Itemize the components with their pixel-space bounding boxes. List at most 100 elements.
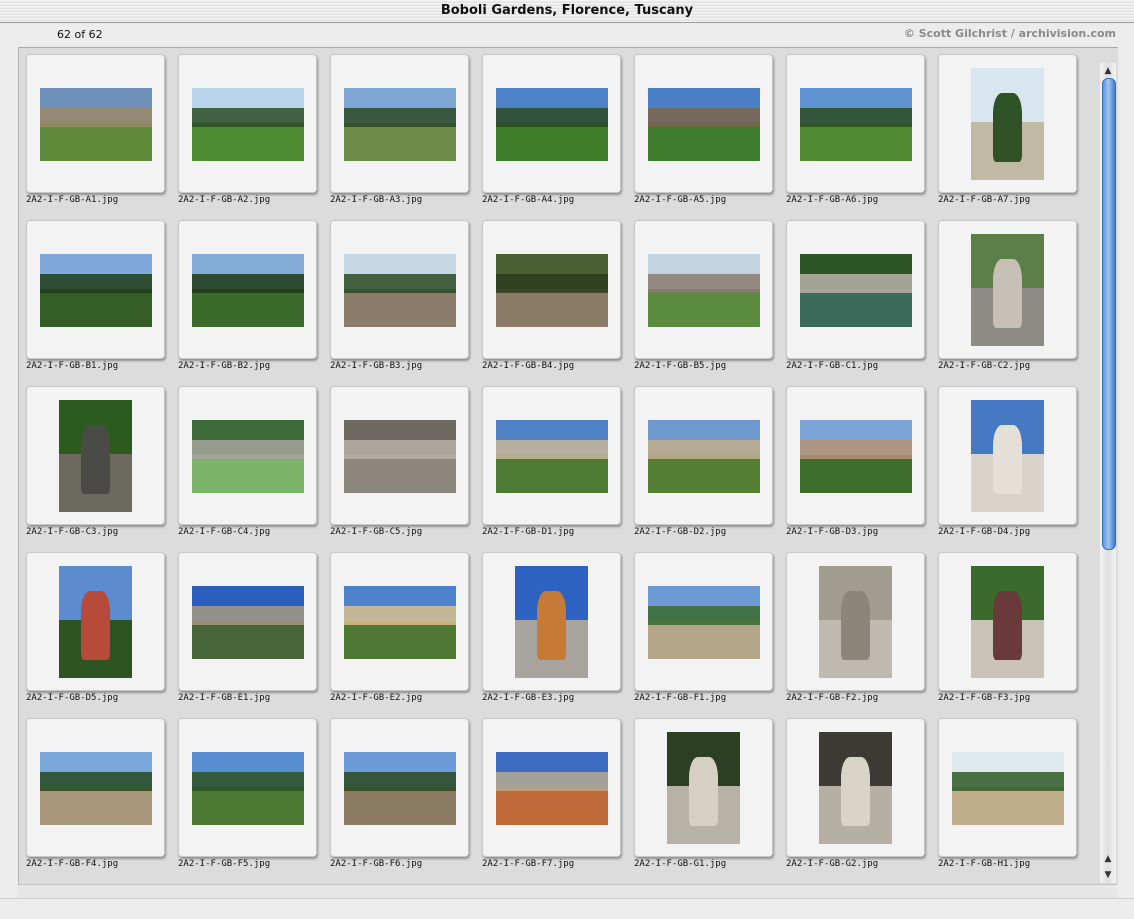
thumbnail-cell[interactable]: 2A2-I-F-GB-F6.jpg (330, 718, 482, 884)
scroll-down-arrow-icon[interactable]: ▼ (1100, 867, 1116, 883)
thumbnail-cell[interactable]: 2A2-I-F-GB-F7.jpg (482, 718, 634, 884)
thumbnail-image[interactable] (59, 566, 132, 678)
slide-frame[interactable] (178, 552, 317, 691)
slide-frame[interactable] (330, 220, 469, 359)
thumbnail-image[interactable] (344, 420, 456, 493)
slide-frame[interactable] (482, 552, 621, 691)
thumbnail-cell[interactable]: 2A2-I-F-GB-F3.jpg (938, 552, 1090, 718)
slide-frame[interactable] (26, 220, 165, 359)
thumbnail-cell[interactable]: 2A2-I-F-GB-D5.jpg (26, 552, 178, 718)
slide-frame[interactable] (786, 220, 925, 359)
thumbnail-image[interactable] (952, 752, 1064, 825)
thumbnail-image[interactable] (971, 234, 1044, 346)
slide-frame[interactable] (786, 718, 925, 857)
slide-frame[interactable] (482, 386, 621, 525)
slide-frame[interactable] (482, 54, 621, 193)
slide-frame[interactable] (26, 386, 165, 525)
thumbnail-area[interactable]: 2A2-I-F-GB-A1.jpg 2A2-I-F-GB-A2.jpg 2A2-I-… (18, 47, 1118, 884)
thumbnail-cell[interactable]: 2A2-I-F-GB-D3.jpg (786, 386, 938, 552)
slide-frame[interactable] (178, 386, 317, 525)
thumbnail-cell[interactable]: 2A2-I-F-GB-G2.jpg (786, 718, 938, 884)
thumbnail-image[interactable] (192, 586, 304, 659)
slide-frame[interactable] (634, 718, 773, 857)
slide-frame[interactable] (786, 54, 925, 193)
thumbnail-image[interactable] (192, 88, 304, 161)
thumbnail-cell[interactable]: 2A2-I-F-GB-C1.jpg (786, 220, 938, 386)
thumbnail-cell[interactable]: 2A2-I-F-GB-F4.jpg (26, 718, 178, 884)
slide-frame[interactable] (330, 386, 469, 525)
thumbnail-image[interactable] (59, 400, 132, 512)
thumbnail-cell[interactable]: 2A2-I-F-GB-A2.jpg (178, 54, 330, 220)
thumbnail-image[interactable] (800, 254, 912, 327)
slide-frame[interactable] (938, 386, 1077, 525)
slide-frame[interactable] (938, 718, 1077, 857)
thumbnail-image[interactable] (496, 88, 608, 161)
thumbnail-image[interactable] (192, 420, 304, 493)
slide-frame[interactable] (330, 54, 469, 193)
thumbnail-cell[interactable]: 2A2-I-F-GB-F5.jpg (178, 718, 330, 884)
vertical-scrollbar[interactable]: ▲ ▲ ▼ (1100, 63, 1116, 883)
thumbnail-cell[interactable]: 2A2-I-F-GB-A7.jpg (938, 54, 1090, 220)
thumbnail-image[interactable] (496, 254, 608, 327)
thumbnail-cell[interactable]: 2A2-I-F-GB-C4.jpg (178, 386, 330, 552)
scroll-up-arrow-lower-icon[interactable]: ▲ (1100, 851, 1116, 867)
thumbnail-cell[interactable]: 2A2-I-F-GB-A1.jpg (26, 54, 178, 220)
thumbnail-cell[interactable]: 2A2-I-F-GB-B5.jpg (634, 220, 786, 386)
slide-frame[interactable] (330, 718, 469, 857)
thumbnail-cell[interactable]: 2A2-I-F-GB-H1.jpg (938, 718, 1090, 884)
thumbnail-image[interactable] (800, 88, 912, 161)
scroll-thumb[interactable] (1102, 78, 1116, 550)
slide-frame[interactable] (634, 54, 773, 193)
scroll-up-arrow-icon[interactable]: ▲ (1100, 63, 1116, 79)
slide-frame[interactable] (26, 552, 165, 691)
slide-frame[interactable] (482, 718, 621, 857)
thumbnail-image[interactable] (40, 254, 152, 327)
thumbnail-image[interactable] (344, 254, 456, 327)
slide-frame[interactable] (634, 386, 773, 525)
thumbnail-cell[interactable]: 2A2-I-F-GB-D4.jpg (938, 386, 1090, 552)
thumbnail-image[interactable] (192, 752, 304, 825)
slide-frame[interactable] (178, 54, 317, 193)
slide-frame[interactable] (938, 220, 1077, 359)
slide-frame[interactable] (634, 220, 773, 359)
thumbnail-image[interactable] (40, 88, 152, 161)
slide-frame[interactable] (178, 220, 317, 359)
thumbnail-cell[interactable]: 2A2-I-F-GB-E3.jpg (482, 552, 634, 718)
thumbnail-cell[interactable]: 2A2-I-F-GB-B2.jpg (178, 220, 330, 386)
thumbnail-image[interactable] (800, 420, 912, 493)
thumbnail-image[interactable] (344, 752, 456, 825)
thumbnail-cell[interactable]: 2A2-I-F-GB-C5.jpg (330, 386, 482, 552)
thumbnail-cell[interactable]: 2A2-I-F-GB-C2.jpg (938, 220, 1090, 386)
thumbnail-cell[interactable]: 2A2-I-F-GB-A4.jpg (482, 54, 634, 220)
thumbnail-image[interactable] (648, 420, 760, 493)
thumbnail-image[interactable] (667, 732, 740, 844)
thumbnail-cell[interactable]: 2A2-I-F-GB-B3.jpg (330, 220, 482, 386)
slide-frame[interactable] (786, 552, 925, 691)
thumbnail-cell[interactable]: 2A2-I-F-GB-E1.jpg (178, 552, 330, 718)
thumbnail-image[interactable] (648, 88, 760, 161)
thumbnail-cell[interactable]: 2A2-I-F-GB-A6.jpg (786, 54, 938, 220)
thumbnail-cell[interactable]: 2A2-I-F-GB-D2.jpg (634, 386, 786, 552)
thumbnail-cell[interactable]: 2A2-I-F-GB-C3.jpg (26, 386, 178, 552)
slide-frame[interactable] (26, 54, 165, 193)
thumbnail-image[interactable] (496, 420, 608, 493)
slide-frame[interactable] (330, 552, 469, 691)
thumbnail-cell[interactable]: 2A2-I-F-GB-F1.jpg (634, 552, 786, 718)
thumbnail-cell[interactable]: 2A2-I-F-GB-B1.jpg (26, 220, 178, 386)
thumbnail-cell[interactable]: 2A2-I-F-GB-E2.jpg (330, 552, 482, 718)
thumbnail-cell[interactable]: 2A2-I-F-GB-D1.jpg (482, 386, 634, 552)
thumbnail-image[interactable] (515, 566, 588, 678)
thumbnail-image[interactable] (819, 732, 892, 844)
thumbnail-image[interactable] (344, 88, 456, 161)
thumbnail-cell[interactable]: 2A2-I-F-GB-F2.jpg (786, 552, 938, 718)
thumbnail-cell[interactable]: 2A2-I-F-GB-G1.jpg (634, 718, 786, 884)
thumbnail-image[interactable] (648, 586, 760, 659)
slide-frame[interactable] (26, 718, 165, 857)
slide-frame[interactable] (786, 386, 925, 525)
thumbnail-image[interactable] (344, 586, 456, 659)
thumbnail-image[interactable] (648, 254, 760, 327)
thumbnail-image[interactable] (819, 566, 892, 678)
thumbnail-cell[interactable]: 2A2-I-F-GB-B4.jpg (482, 220, 634, 386)
thumbnail-cell[interactable]: 2A2-I-F-GB-A5.jpg (634, 54, 786, 220)
slide-frame[interactable] (938, 54, 1077, 193)
